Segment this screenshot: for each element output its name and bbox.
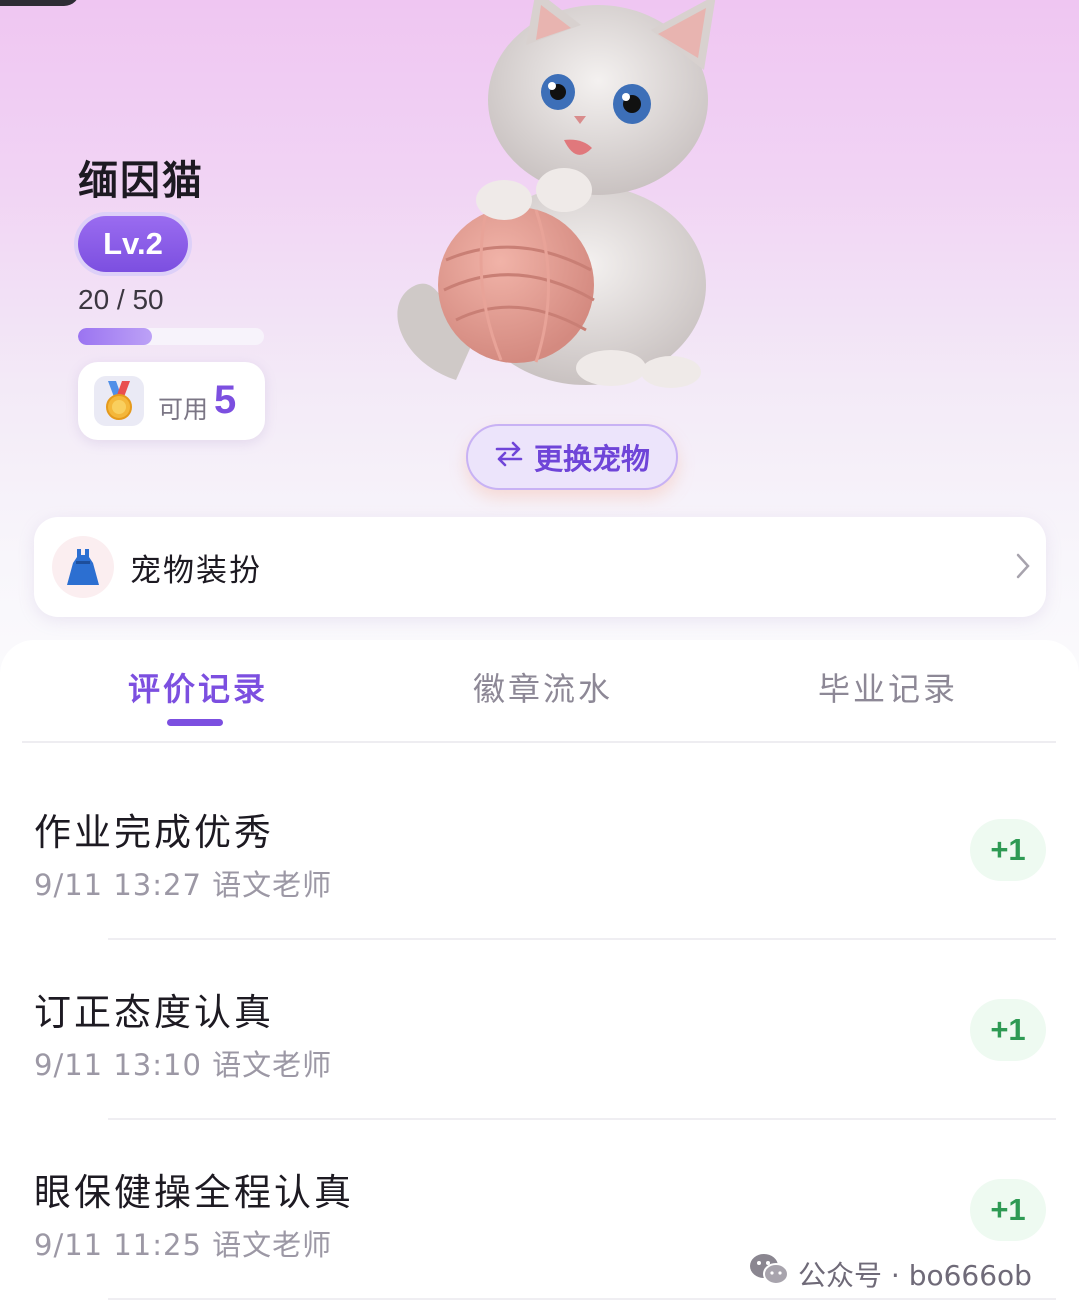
record-title: 订正态度认真 — [34, 991, 274, 1034]
available-badges-card[interactable]: 可用 5 — [78, 362, 265, 440]
record-score-badge: +1 — [970, 1179, 1046, 1241]
dress-icon — [52, 536, 114, 598]
record-title: 作业完成优秀 — [34, 811, 274, 854]
record-time: 9/11 13:10 语文老师 — [34, 1048, 333, 1082]
available-label: 可用 — [158, 395, 209, 424]
active-tab-indicator — [167, 719, 223, 726]
wechat-icon — [748, 1252, 790, 1295]
chevron-right-icon — [1016, 553, 1030, 583]
tab-evaluation-records[interactable]: 评价记录 — [128, 664, 268, 710]
medal-icon — [94, 376, 144, 426]
switch-pet-button[interactable]: 更换宠物 — [466, 424, 678, 490]
tab-divider — [22, 741, 1056, 743]
available-count: 5 — [214, 378, 237, 422]
record-score-badge: +1 — [970, 819, 1046, 881]
record-score-badge: +1 — [970, 999, 1046, 1061]
watermark-text: 公众号 · bo666ob — [798, 1258, 1032, 1292]
pet-dressup-label: 宠物装扮 — [130, 553, 262, 589]
back-button-edge[interactable] — [0, 0, 80, 6]
swap-arrows-icon — [494, 440, 524, 474]
record-title: 眼保健操全程认真 — [34, 1171, 354, 1214]
record-divider — [108, 1298, 1056, 1300]
record-time: 9/11 11:25 语文老师 — [34, 1228, 333, 1262]
xp-text: 20 / 50 — [78, 284, 164, 315]
watermark: 公众号 · bo666ob — [748, 1252, 1032, 1295]
record-time: 9/11 13:27 语文老师 — [34, 868, 333, 902]
pet-name: 缅因猫 — [78, 158, 204, 204]
tab-badge-flow[interactable]: 徽章流水 — [473, 664, 613, 710]
level-badge: Lv.2 — [78, 216, 188, 272]
record-divider — [108, 938, 1056, 940]
switch-pet-label: 更换宠物 — [533, 442, 650, 476]
xp-progress-fill — [78, 328, 153, 345]
pet-image — [386, 0, 726, 398]
tab-graduation-records[interactable]: 毕业记录 — [818, 664, 958, 710]
record-divider — [108, 1118, 1056, 1120]
xp-progress-bar — [78, 328, 264, 345]
pet-dressup-row[interactable]: 宠物装扮 — [34, 517, 1046, 617]
